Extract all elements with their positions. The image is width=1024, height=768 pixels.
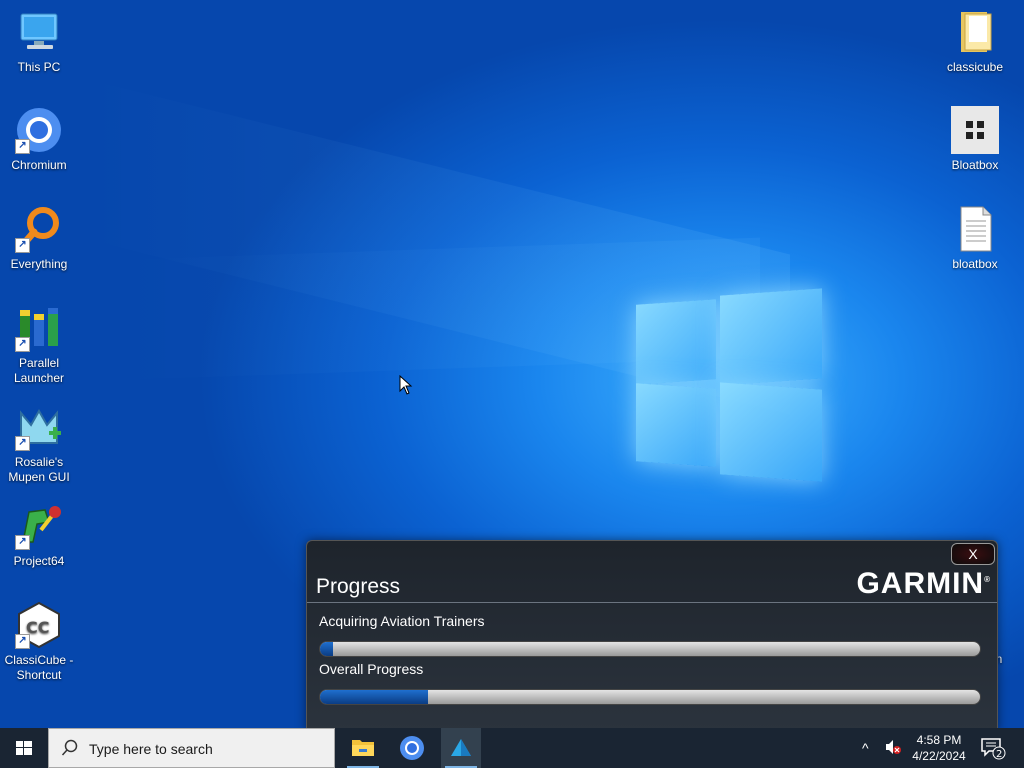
windows-start-icon: [16, 741, 32, 755]
taskbar: Type here to search ^ 4:58 PM 4/22/2024 …: [0, 728, 1024, 768]
shortcut-arrow-icon: ↗: [15, 535, 30, 550]
action-center-button[interactable]: 2: [980, 736, 1006, 765]
desktop-icon-classicube-folder[interactable]: classicube: [937, 8, 1013, 75]
overall-progress-fill: [320, 690, 428, 704]
garmin-app-icon: [451, 739, 471, 756]
taskbar-garmin-app[interactable]: [441, 728, 481, 768]
taskbar-search-box[interactable]: Type here to search: [48, 728, 335, 768]
everything-search-icon: ↗: [15, 205, 63, 253]
parallel-launcher-icon: ↗: [15, 304, 63, 352]
taskbar-chromium[interactable]: [392, 728, 432, 768]
desktop-icon-project64[interactable]: ↗ Project64: [1, 502, 77, 569]
desktop-icon-bloatbox-app[interactable]: Bloatbox: [937, 106, 1013, 173]
computer-icon: [15, 8, 63, 56]
text-file-icon: [951, 205, 999, 253]
classicube-icon: CC ↗: [15, 601, 63, 649]
dialog-divider: [307, 602, 997, 603]
overall-progress-bar: [319, 689, 981, 705]
shortcut-arrow-icon: ↗: [15, 238, 30, 253]
project64-icon: ↗: [15, 502, 63, 550]
taskbar-clock[interactable]: 4:58 PM 4/22/2024: [905, 732, 973, 764]
folder-icon: [951, 8, 999, 56]
volume-muted-icon[interactable]: [884, 738, 902, 761]
shortcut-arrow-icon: ↗: [15, 337, 30, 352]
bloatbox-app-icon: [951, 106, 999, 154]
garmin-progress-dialog: X Progress GARMIN® Acquiring Aviation Tr…: [306, 540, 998, 732]
task-progress-bar: [319, 641, 981, 657]
file-explorer-icon: [352, 740, 374, 756]
desktop-icon-bloatbox-text[interactable]: bloatbox: [937, 205, 1013, 272]
desktop-icon-chromium[interactable]: ↗ Chromium: [1, 106, 77, 173]
clock-time: 4:58 PM: [916, 733, 962, 747]
windows-logo: [636, 288, 824, 482]
show-hidden-icons-chevron-icon[interactable]: ^: [862, 740, 869, 756]
desktop-icon-parallel-launcher[interactable]: ↗ Parallel Launcher: [1, 304, 77, 386]
desktop-icon-rosalies-mupen-gui[interactable]: ↗ Rosalie's Mupen GUI: [1, 403, 77, 485]
start-button[interactable]: [0, 728, 48, 768]
task-progress-fill: [320, 642, 334, 656]
mupen-icon: ↗: [15, 403, 63, 451]
search-placeholder: Type here to search: [89, 741, 213, 757]
mouse-cursor-icon: [399, 374, 413, 400]
shortcut-arrow-icon: ↗: [15, 436, 30, 451]
shortcut-arrow-icon: ↗: [15, 634, 30, 649]
overall-progress-label: Overall Progress: [319, 661, 424, 677]
close-button[interactable]: X: [951, 543, 995, 565]
desktop-icon-classicube-shortcut[interactable]: CC ↗ ClassiCube - Shortcut: [1, 601, 77, 683]
clock-date: 4/22/2024: [912, 749, 966, 763]
svg-text:2: 2: [996, 749, 1002, 760]
taskbar-file-explorer[interactable]: [343, 728, 383, 768]
search-icon: [61, 739, 79, 762]
dialog-title: Progress: [316, 575, 401, 598]
desktop-icon-this-pc[interactable]: This PC: [1, 8, 77, 75]
chromium-icon: [400, 736, 424, 760]
garmin-logo: GARMIN®: [856, 567, 991, 600]
desktop-icon-everything[interactable]: ↗ Everything: [1, 205, 77, 272]
notification-icon: 2: [981, 738, 1006, 760]
shortcut-arrow-icon: ↗: [15, 139, 30, 154]
task-progress-label: Acquiring Aviation Trainers: [319, 613, 485, 629]
chromium-icon: ↗: [15, 106, 63, 154]
